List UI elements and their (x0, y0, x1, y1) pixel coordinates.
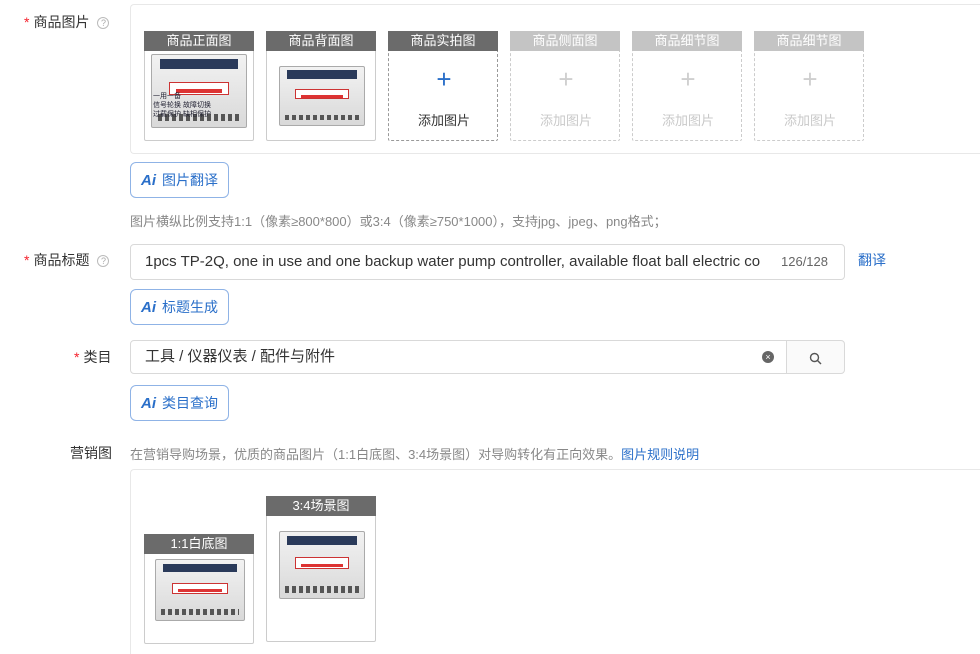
required-mark: * (24, 14, 30, 30)
image-caption: 商品正面图 (144, 31, 254, 51)
title-generate-button[interactable]: Ai 标题生成 (130, 289, 229, 325)
image-slot-detail-1[interactable]: + 添加图片 商品细节图 (632, 31, 742, 141)
add-image-label: 添加图片 (539, 113, 592, 128)
image-slot-side[interactable]: + 添加图片 商品侧面图 (510, 31, 620, 141)
marketing-hint: 在营销导购场景，优质的商品图片（1:1白底图、3:4场景图）对导购转化有正向效果… (130, 447, 700, 462)
product-photo-scene (279, 531, 365, 599)
image-caption: 商品细节图 (632, 31, 742, 51)
category-search-button[interactable] (786, 340, 845, 374)
plus-icon: + (436, 64, 452, 94)
help-icon[interactable]: ? (97, 255, 110, 267)
image-slot-detail-2[interactable]: + 添加图片 商品细节图 (754, 31, 864, 141)
title-value[interactable]: 1pcs TP-2Q, one in use and one backup wa… (145, 245, 767, 279)
add-image-label: 添加图片 (661, 113, 714, 128)
product-images-panel: 一用一备 信号轮换 故障切换 过载保护 缺相保护 商品正面图 商品背面图 + 添… (130, 4, 980, 154)
required-mark: * (24, 252, 30, 268)
clear-icon[interactable]: × (762, 351, 774, 363)
title-translate-link[interactable]: 翻译 (858, 250, 886, 270)
image-slot-front[interactable]: 一用一备 信号轮换 故障切换 过载保护 缺相保护 商品正面图 (144, 31, 254, 141)
help-icon[interactable]: ? (97, 17, 110, 29)
category-value: 工具 / 仪器仪表 / 配件与附件 (145, 348, 336, 365)
image-rules-link[interactable]: 图片规则说明 (621, 447, 699, 462)
image-caption: 1:1白底图 (144, 534, 254, 554)
search-icon (809, 352, 822, 365)
image-caption: 商品细节图 (754, 31, 864, 51)
image-translate-button[interactable]: Ai 图片翻译 (130, 162, 229, 198)
category-select[interactable]: 工具 / 仪器仪表 / 配件与附件 × (130, 340, 787, 374)
category-label: * 类目 (74, 349, 112, 365)
add-image-label: 添加图片 (417, 113, 470, 128)
image-slot-back[interactable]: 商品背面图 (266, 31, 376, 141)
ai-icon: Ai (141, 395, 156, 412)
marketing-label: 营销图 (70, 445, 112, 461)
ai-icon: Ai (141, 172, 156, 189)
product-images-label: * 商品图片? (24, 12, 110, 32)
image-format-hint: 图片横纵比例支持1:1（像素≥800*800）或3:4（像素≥750*1000）… (130, 214, 667, 229)
image-slot-real-shot[interactable]: + 添加图片 商品实拍图 (388, 31, 498, 141)
product-photo-square (155, 559, 245, 621)
ai-icon: Ai (141, 299, 156, 316)
image-caption: 商品背面图 (266, 31, 376, 51)
title-input[interactable]: 1pcs TP-2Q, one in use and one backup wa… (130, 244, 845, 280)
front-image-text: 一用一备 信号轮换 故障切换 过载保护 缺相保护 (153, 93, 211, 118)
plus-icon: + (680, 64, 696, 94)
add-image-label: 添加图片 (783, 113, 836, 128)
required-mark: * (74, 349, 80, 365)
marketing-slot-square[interactable]: 1:1白底图 (144, 534, 254, 644)
plus-icon: + (802, 64, 818, 94)
marketing-images-panel: 1:1白底图 3:4场景图 (130, 469, 980, 654)
product-photo-back (279, 66, 365, 126)
image-caption: 商品实拍图 (388, 31, 498, 51)
category-query-button[interactable]: Ai 类目查询 (130, 385, 229, 421)
title-label: * 商品标题? (24, 250, 110, 270)
image-caption: 3:4场景图 (266, 496, 376, 516)
plus-icon: + (558, 64, 574, 94)
image-caption: 商品侧面图 (510, 31, 620, 51)
image-frame (266, 496, 376, 642)
char-counter: 126/128 (781, 254, 828, 269)
marketing-slot-scene[interactable]: 3:4场景图 (266, 496, 376, 642)
